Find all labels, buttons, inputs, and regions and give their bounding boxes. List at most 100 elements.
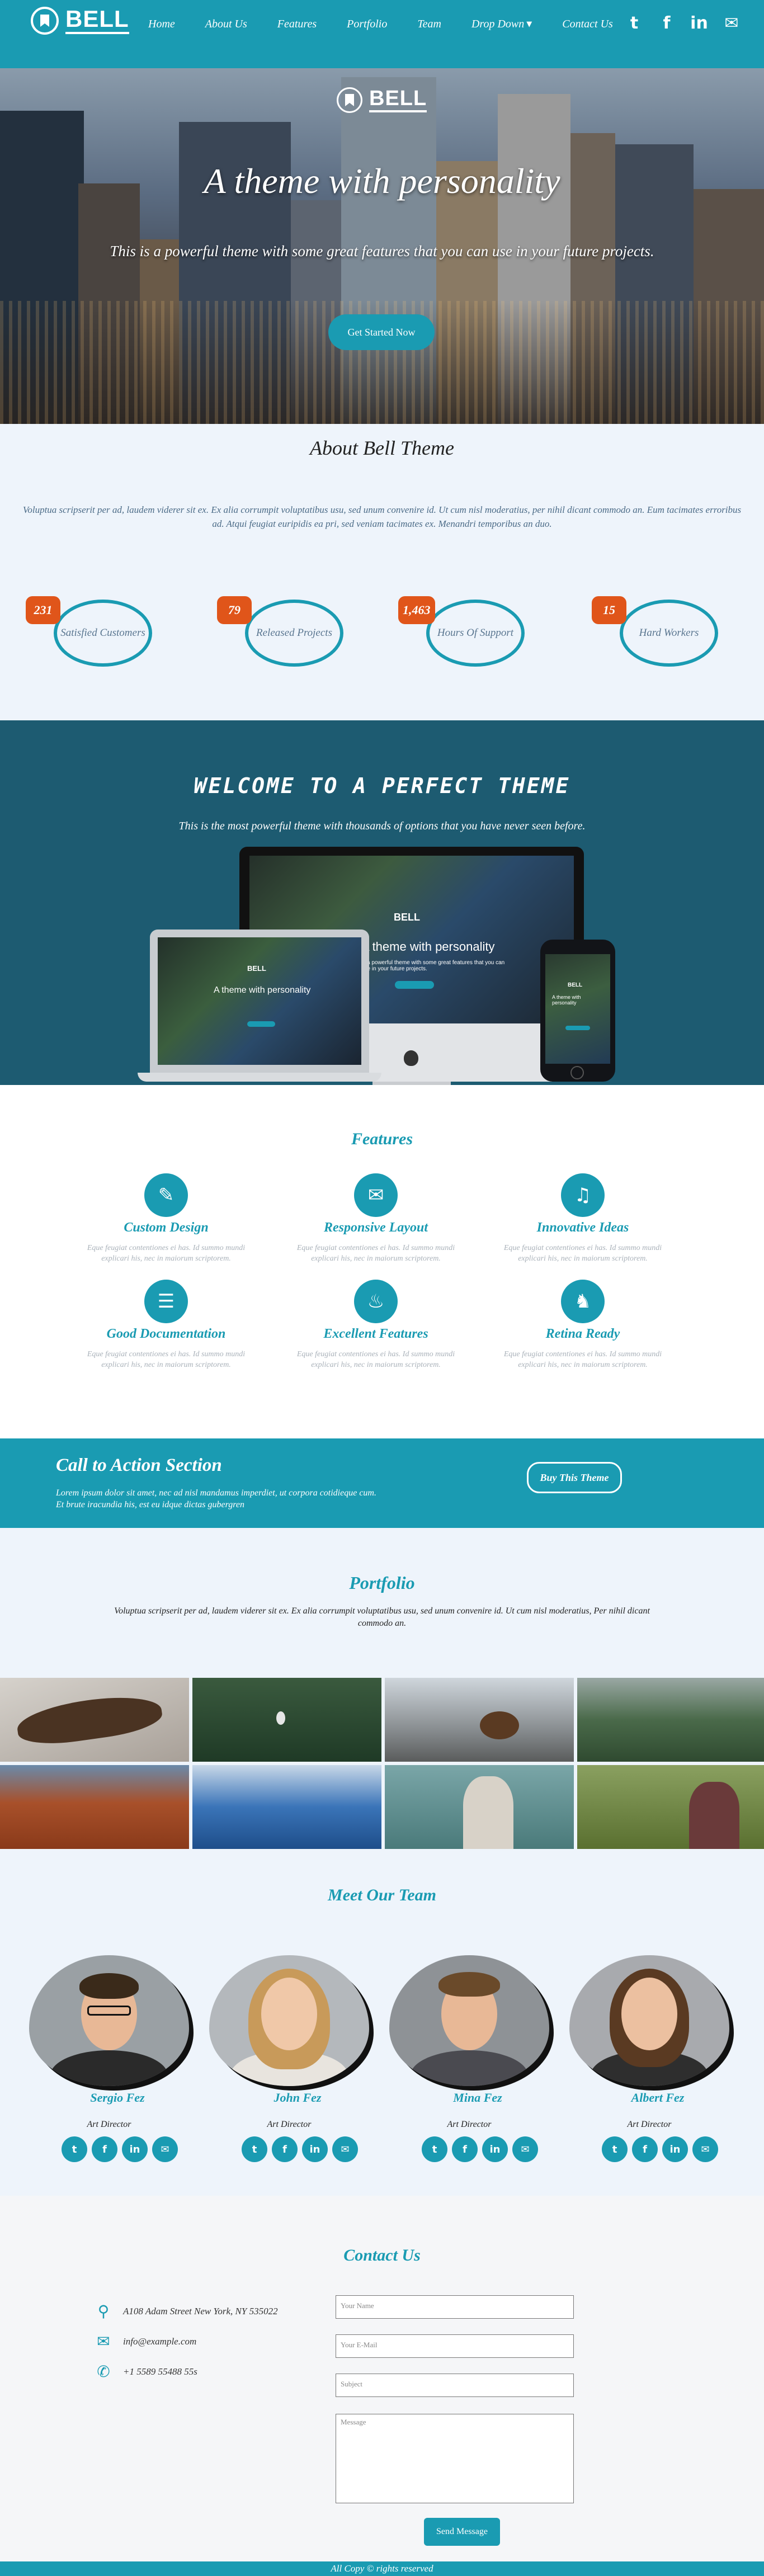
feature-title: Custom Design xyxy=(124,1220,209,1235)
contact-email-text[interactable]: info@example.com xyxy=(123,2336,196,2347)
facebook-icon[interactable]: f xyxy=(452,2136,478,2162)
about-text: Voluptua scripserit per ad, laudem vider… xyxy=(22,504,742,529)
member-social: t f in ✉ xyxy=(242,2136,358,2162)
email-field[interactable]: Your E-Mail xyxy=(336,2334,574,2358)
facebook-icon[interactable]: f xyxy=(272,2136,298,2162)
portfolio-item-girl[interactable] xyxy=(385,1765,574,1849)
portfolio-item-forest[interactable] xyxy=(192,1678,381,1762)
contact-address-text: A108 Adam Street New York, NY 535022 xyxy=(123,2305,278,2316)
feature-innovative-ideas: ♫ Innovative Ideas Eque feugiat contenti… xyxy=(502,1173,664,1265)
nav-link-home[interactable]: Home xyxy=(148,18,175,31)
linkedin-icon[interactable]: in xyxy=(662,2136,688,2162)
name-field[interactable]: Your Name xyxy=(336,2295,574,2319)
twitter-icon[interactable]: t xyxy=(62,2136,87,2162)
feature-custom-design: ✎ Custom Design Eque feugiat contentione… xyxy=(85,1173,247,1265)
nav-menu: Home About Us Features Portfolio Team Dr… xyxy=(148,18,643,31)
linkedin-icon[interactable]: in xyxy=(302,2136,328,2162)
twitter-icon[interactable]: t xyxy=(422,2136,447,2162)
welcome-section: WELCOME TO A PERFECT THEME This is the m… xyxy=(0,720,764,1085)
portfolio-item-bear[interactable] xyxy=(385,1678,574,1762)
portfolio-item-canyon[interactable] xyxy=(0,1765,189,1849)
about-title: About Bell Theme xyxy=(310,437,454,459)
navbar: BELL Home About Us Features Portfolio Te… xyxy=(0,0,764,68)
stat-support: Hours Of Support 1,463 xyxy=(398,596,532,669)
screen-title: A theme with personality xyxy=(214,985,311,995)
screen-brand: BELL xyxy=(568,982,583,988)
nav-link-features[interactable]: Features xyxy=(277,18,317,31)
features-title: Features xyxy=(351,1130,413,1148)
member-name: Mina Fez xyxy=(453,2091,502,2105)
contact-phone-text: +1 5589 55488 55s xyxy=(123,2366,197,2377)
features-section: Features ✎ Custom Design Eque feugiat co… xyxy=(0,1085,764,1438)
feature-responsive-layout: ✉ Responsive Layout Eque feugiat content… xyxy=(295,1173,457,1265)
buy-theme-button[interactable]: Buy This Theme xyxy=(527,1462,622,1493)
feature-title: Responsive Layout xyxy=(324,1220,428,1235)
mail-icon[interactable]: ✉ xyxy=(152,2136,178,2162)
facebook-icon[interactable]: f xyxy=(657,13,677,33)
feature-text: Eque feugiat contentiones ei has. Id sum… xyxy=(503,1350,662,1369)
portfolio-text: Voluptua scripserit per ad, laudem vider… xyxy=(114,1606,650,1629)
cutlery-icon: ♨ xyxy=(354,1280,398,1323)
screen-brand: BELL xyxy=(247,964,266,973)
stat-projects: Released Projects 79 xyxy=(217,596,351,669)
screen-subtitle: is a powerful theme with some great feat… xyxy=(361,960,505,972)
mail-icon[interactable]: ✉ xyxy=(721,13,742,33)
feature-text: Eque feugiat contentiones ei has. Id sum… xyxy=(87,1244,246,1263)
glasses-icon xyxy=(87,2006,131,2016)
screen-brand: BELL xyxy=(394,912,420,923)
nav-link-contact[interactable]: Contact Us xyxy=(562,18,613,31)
hero-brand-name: BELL xyxy=(369,88,427,112)
facebook-icon[interactable]: f xyxy=(92,2136,117,2162)
mail-icon[interactable]: ✉ xyxy=(512,2136,538,2162)
twitter-icon[interactable]: t xyxy=(624,13,644,33)
member-name: Albert Fez xyxy=(631,2091,685,2105)
contact-section: Contact Us ⚲ A108 Adam Street New York, … xyxy=(0,2196,764,2561)
nav-link-team[interactable]: Team xyxy=(417,18,441,31)
screen-button xyxy=(395,981,434,989)
cta-title: Call to Action Section xyxy=(56,1455,222,1475)
nav-social: t f in ✉ xyxy=(624,13,742,33)
paint-brush-icon: ✎ xyxy=(144,1173,188,1217)
get-started-button[interactable]: Get Started Now xyxy=(328,314,435,350)
send-message-button[interactable]: Send Message xyxy=(424,2518,500,2546)
laptop-screen: BELL A theme with personality xyxy=(158,937,361,1065)
linkedin-icon[interactable]: in xyxy=(689,13,709,33)
portfolio-item-fjord[interactable] xyxy=(192,1765,381,1849)
portfolio-item-hills[interactable] xyxy=(577,1678,764,1762)
message-field[interactable]: Message xyxy=(336,2414,574,2503)
chevron-down-icon: ▼ xyxy=(526,20,532,29)
hero-section: BELL A theme with personality This is a … xyxy=(0,68,764,424)
subject-field[interactable]: Subject xyxy=(336,2374,574,2397)
nav-link-about[interactable]: About Us xyxy=(205,18,247,31)
nav-link-dropdown[interactable]: Drop Down ▼ xyxy=(471,18,532,31)
linkedin-icon[interactable]: in xyxy=(482,2136,508,2162)
contact-title: Contact Us xyxy=(343,2246,421,2264)
footer: All Copy © rights reserved xyxy=(0,2561,764,2576)
contact-phone: ✆ +1 5589 55488 55s xyxy=(95,2362,197,2381)
phone-icon: ✆ xyxy=(97,2362,110,2381)
mail-icon[interactable]: ✉ xyxy=(692,2136,718,2162)
stat-label: Hard Workers xyxy=(620,600,718,667)
portfolio-item-eagle[interactable] xyxy=(0,1678,189,1762)
mail-icon[interactable]: ✉ xyxy=(332,2136,358,2162)
nav-dropdown-label: Drop Down xyxy=(471,18,525,30)
brand-logo-link[interactable]: BELL xyxy=(31,7,129,35)
feature-title: Innovative Ideas xyxy=(536,1220,629,1235)
nav-link-portfolio[interactable]: Portfolio xyxy=(347,18,387,31)
screen-button xyxy=(565,1026,590,1030)
bookmark-icon xyxy=(337,87,362,113)
twitter-icon[interactable]: t xyxy=(242,2136,267,2162)
laptop-mockup: BELL A theme with personality xyxy=(150,930,369,1073)
stat-number: 15 xyxy=(592,596,626,624)
portfolio-section: Portfolio Voluptua scripserit per ad, la… xyxy=(0,1528,764,1849)
member-photo xyxy=(29,1955,189,2086)
portfolio-item-camera[interactable] xyxy=(577,1765,764,1849)
twitter-icon[interactable]: t xyxy=(602,2136,628,2162)
facebook-icon[interactable]: f xyxy=(632,2136,658,2162)
member-name: John Fez xyxy=(273,2091,322,2105)
phone-screen: BELL A theme with personality xyxy=(545,954,610,1064)
linkedin-icon[interactable]: in xyxy=(122,2136,148,2162)
member-role: Art Director xyxy=(87,2120,131,2129)
feature-text: Eque feugiat contentiones ei has. Id sum… xyxy=(503,1244,662,1263)
member-role: Art Director xyxy=(267,2120,312,2129)
